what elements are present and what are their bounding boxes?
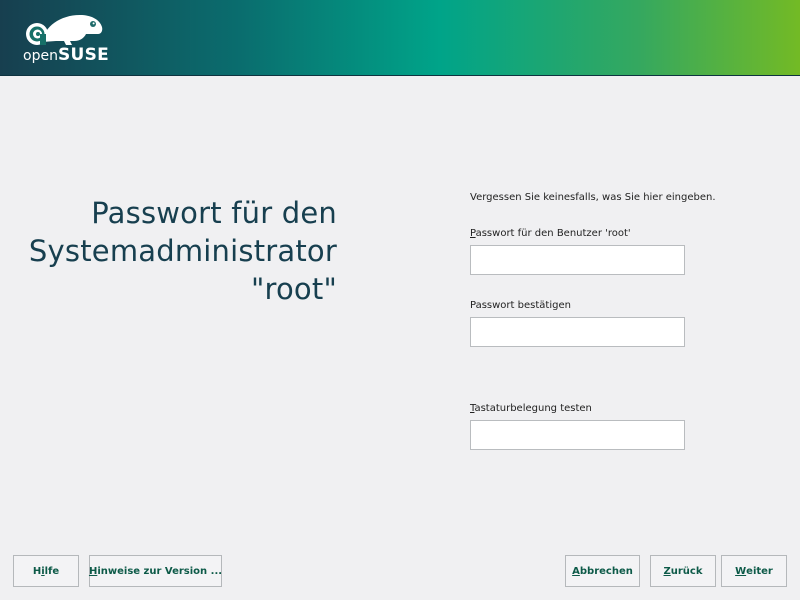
page-title-line-2: Systemadministrator <box>28 234 337 268</box>
password-label-rest: asswort für den Benutzer 'root' <box>475 228 631 239</box>
abort-button-label-accel: A <box>572 565 580 577</box>
keyboard-test-label: Tastaturbelegung testen <box>470 403 592 414</box>
back-button[interactable]: Zurück <box>650 555 716 587</box>
confirm-password-input[interactable] <box>470 317 685 347</box>
header-banner: openSUSE <box>0 0 800 76</box>
next-button-label-post: eiter <box>746 565 773 577</box>
root-password-input[interactable] <box>470 245 685 275</box>
logo-text-suse: SUSE <box>57 45 110 65</box>
release-notes-button-label-accel: H <box>88 565 98 577</box>
back-button-label-accel: Z <box>663 565 671 577</box>
help-button[interactable]: Hi lfe <box>13 555 79 587</box>
help-button-label-post: lfe <box>44 565 60 577</box>
release-notes-button-label-post: inweise zur Version ... <box>97 565 223 577</box>
next-button[interactable]: Weiter <box>721 555 787 587</box>
password-label: Passwort für den Benutzer 'root' <box>470 228 631 239</box>
chameleon-logo-icon <box>26 14 103 45</box>
logo-wordmark: openSUSE <box>23 45 109 66</box>
keyboard-test-label-rest: astaturbelegung testen <box>474 403 592 414</box>
next-button-label-accel: W <box>735 565 747 577</box>
abort-button[interactable]: Abbrechen <box>565 555 640 587</box>
help-button-label-pre: H <box>32 565 42 577</box>
page-title-line-3: "root" <box>250 272 337 306</box>
page-title-line-1: Passwort für den <box>91 196 337 230</box>
abort-button-label-post: bbrechen <box>579 565 633 577</box>
keyboard-test-input[interactable] <box>470 420 685 450</box>
password-hint-text: Vergessen Sie keinesfalls, was Sie hier … <box>470 192 716 203</box>
page-title: Passwort für den Systemadministrator "ro… <box>17 194 337 308</box>
back-button-label-post: urück <box>670 565 703 577</box>
confirm-password-label: Passwort bestätigen <box>470 300 571 311</box>
release-notes-button[interactable]: Hinweise zur Version ... <box>89 555 222 587</box>
logo-text-open: open <box>23 48 58 64</box>
opensuse-logo: openSUSE <box>22 12 109 66</box>
installer-window: openSUSE Passwort für den Systemadminist… <box>0 0 800 600</box>
